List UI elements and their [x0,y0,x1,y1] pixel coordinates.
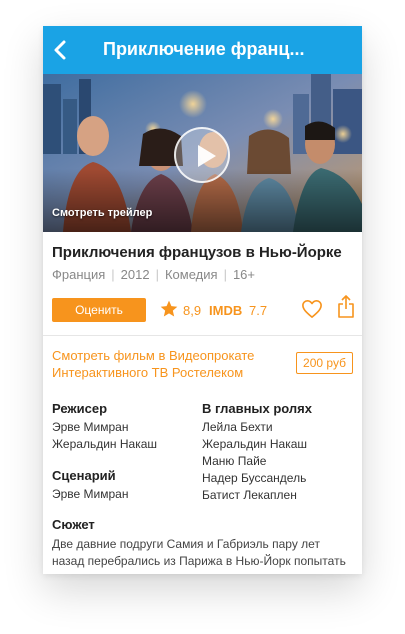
price-button[interactable]: 200 руб [296,352,353,374]
watch-link-line-1: Смотреть фильм в Видеопрокате [52,348,255,363]
country-label: Франция [52,267,106,282]
cast-member: Батист Лекаплен [202,488,297,502]
trailer-preview[interactable]: Смотреть трейлер [43,74,362,232]
plot-text: Две давние подруги Самия и Габриэль пару… [52,537,346,568]
play-icon [198,145,216,167]
play-button[interactable] [174,127,230,183]
chevron-left-icon[interactable] [49,38,73,62]
cast-member: Маню Пайе [202,454,267,468]
director-heading: Режисер [52,401,108,416]
imdb-label: IMDB [209,303,243,318]
imdb-rating: 7.7 [249,303,268,318]
director-list: Эрве Мимран Жеральдин Накаш [52,419,157,453]
divider [43,335,362,336]
heart-icon[interactable] [301,299,323,319]
director-name: Эрве Мимран [52,420,129,434]
cast-member: Жеральдин Накаш [202,437,308,451]
separator: | [111,267,115,282]
writer-heading: Сценарий [52,468,116,483]
watch-trailer-label[interactable]: Смотреть трейлер [52,207,152,219]
rate-button[interactable]: Оценить [52,298,146,322]
plot-heading: Сюжет [52,517,95,532]
separator: | [155,267,159,282]
page-title: Приключение франц... [103,39,305,59]
actions-row: Оценить 8,9 IMDB 7.7 [43,294,362,334]
director-name: Жеральдин Накаш [52,437,158,451]
phone-screen: Приключение франц... Смотреть трейлер Пр… [43,26,362,574]
watch-in-video-rental-link[interactable]: Смотреть фильм в Видеопрокате Интерактив… [52,347,292,381]
watch-link-line-2: Интерактивного ТВ Ростелеком [52,365,244,380]
writer-list: Эрве Мимран [52,486,128,503]
share-icon[interactable] [337,295,355,319]
navigation-bar: Приключение франц... [43,26,362,74]
cast-member: Надер Буссандель [202,471,307,485]
movie-title: Приключения французов в Нью-Йорке [52,244,342,261]
genre-label: Комедия [164,267,218,282]
user-rating: 8,9 [183,303,202,318]
cast-member: Лейла Бехти [202,420,273,434]
cast-list: Лейла Бехти Жеральдин Накаш Маню Пайе На… [202,419,307,504]
star-icon [160,300,178,317]
year-label: 2012 [120,267,150,282]
movie-meta: Франция | 2012 | Комедия | 16+ [52,267,255,282]
cast-heading: В главных ролях [202,401,312,416]
age-rating-label: 16+ [232,267,256,282]
separator: | [223,267,227,282]
writer-name: Эрве Мимран [52,487,129,501]
